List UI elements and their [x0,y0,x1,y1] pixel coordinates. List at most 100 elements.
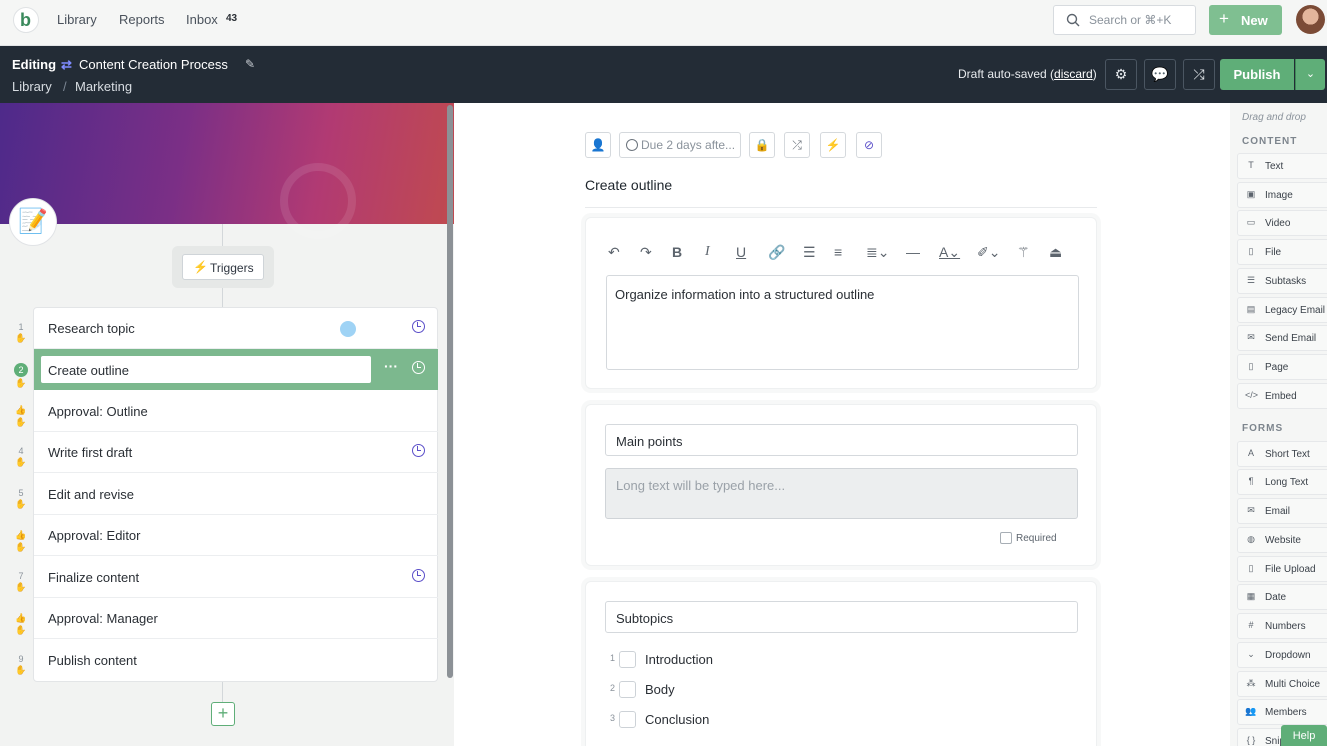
task-name: Write first draft [48,445,133,460]
widget-multi-choice[interactable]: ⁂ Multi Choice [1237,671,1327,697]
rich-text-editor[interactable]: Organize information into a structured o… [606,275,1079,370]
cover-banner[interactable] [0,103,454,239]
step-gutter[interactable]: 2 ✋ [14,363,28,389]
subtask-number: 1 [609,653,615,663]
breadcrumb-library[interactable]: Library [12,79,52,94]
subtasks-label-input[interactable]: Subtopics [605,601,1078,633]
nav-library-link[interactable]: Library [57,12,97,27]
horizontal-rule-icon[interactable]: — [906,244,920,260]
step-gutter[interactable]: 4 ✋ [14,446,28,468]
widget-label: Date [1265,592,1287,603]
subtask-checkbox[interactable] [619,681,636,698]
automation-button[interactable]: ⚡ [820,132,846,158]
top-nav: b Library Reports Inbox 43 Search or ⌘+K… [0,0,1327,46]
step-gutter[interactable]: 👍 ✋ [14,613,28,636]
step-gutter[interactable]: 9 ✋ [14,654,28,676]
step-gutter[interactable]: 👍 ✋ [14,530,28,553]
widget-label: Numbers [1265,621,1306,632]
widget-embed[interactable]: </> Embed [1237,383,1327,409]
assign-button[interactable]: 👤 [585,132,611,158]
publish-menu-button[interactable]: ⌄ [1295,59,1325,90]
triggers-button[interactable]: ⚡ Triggers [182,254,264,280]
required-checkbox[interactable] [1000,532,1012,544]
app-logo[interactable]: b [13,7,39,33]
task-list: Research topic Create outline ··· Approv… [33,307,438,682]
settings-button[interactable]: ⚙ [1105,59,1137,90]
discard-link[interactable]: discard [1054,67,1093,81]
widget-page[interactable]: ▯ Page [1237,354,1327,380]
shuffle-button[interactable]: ⤮ [1183,59,1215,90]
link-icon[interactable]: 🔗 [768,244,785,261]
widget-date[interactable]: ▦ Date [1237,584,1327,610]
edit-title-icon[interactable]: ✎ [245,57,255,71]
numbered-list-icon[interactable]: ≡ [834,244,842,260]
step-gutter[interactable]: 1 ✋ [14,322,28,344]
align-icon[interactable]: ≣⌄ [866,244,889,261]
task-row[interactable]: Publish content [34,640,438,681]
field-label-text: Main points [616,434,683,449]
variables-icon[interactable]: ⏏ [1049,244,1062,261]
task-row-active[interactable]: Create outline ··· [34,349,438,390]
bold-icon[interactable]: B [672,244,682,260]
conditional-logic-button[interactable]: ⤮ [784,132,810,158]
bullet-list-icon[interactable]: ☰ [803,244,816,261]
widget-video[interactable]: ▭ Video [1237,210,1327,236]
task-row[interactable]: Edit and revise [34,474,438,515]
widget-file-upload[interactable]: ▯ File Upload [1237,556,1327,582]
new-button[interactable]: + New [1209,5,1282,35]
visibility-button[interactable]: ⊘ [856,132,882,158]
add-step-button[interactable]: + [211,702,235,726]
step-gutter[interactable]: 7 ✋ [14,571,28,593]
underline-icon[interactable]: U [736,244,746,260]
user-avatar[interactable] [1296,5,1325,34]
magic-wand-icon[interactable]: ⚚ [1017,244,1030,261]
workflow-emoji[interactable]: 📝 [9,198,57,246]
text-color-icon[interactable]: A⌄ [939,244,960,261]
required-toggle[interactable]: Required [1000,532,1057,544]
widget-text[interactable]: T Text [1237,153,1327,179]
task-row[interactable]: Finalize content [34,557,438,598]
widget-label: Short Text [1265,449,1310,460]
subtask-checkbox[interactable] [619,711,636,728]
task-row[interactable]: Approval: Outline [34,391,438,432]
widget-website[interactable]: ◍ Website [1237,527,1327,553]
step-title[interactable]: Create outline [585,177,672,193]
widget-image[interactable]: ▣ Image [1237,182,1327,208]
widget-short-text[interactable]: A Short Text [1237,441,1327,467]
task-row[interactable]: Approval: Editor [34,515,438,556]
more-options-icon[interactable]: ··· [384,358,398,374]
widget-email[interactable]: ✉ Email [1237,498,1327,524]
step-gutter[interactable]: 👍 ✋ [14,405,28,428]
highlight-icon[interactable]: ✐⌄ [977,244,1000,261]
field-label-input[interactable]: Main points [605,424,1078,456]
nav-reports-link[interactable]: Reports [119,12,165,27]
widget-numbers[interactable]: # Numbers [1237,613,1327,639]
comments-button[interactable]: 💬 [1144,59,1176,90]
left-scrollbar[interactable] [447,105,453,678]
search-input[interactable]: Search or ⌘+K [1053,5,1196,35]
task-row[interactable]: Research topic [34,308,438,349]
widget-legacy-email[interactable]: ▤ Legacy Email [1237,297,1327,323]
italic-icon[interactable]: I [705,244,710,260]
workflow-title[interactable]: Content Creation Process [79,57,228,72]
widget-dropdown[interactable]: ⌄ Dropdown [1237,642,1327,668]
publish-button[interactable]: Publish [1220,59,1294,90]
task-row[interactable]: Write first draft [34,432,438,473]
breadcrumb-marketing[interactable]: Marketing [75,79,132,94]
help-button[interactable]: Help [1281,725,1327,746]
due-date-button[interactable]: Due 2 days afte... [619,132,741,158]
permissions-button[interactable]: 🔒 [749,132,775,158]
widget-long-text[interactable]: ¶ Long Text [1237,469,1327,495]
step-gutter[interactable]: 5 ✋ [14,488,28,510]
widget-members[interactable]: 👥 Members [1237,699,1327,725]
task-row[interactable]: Approval: Manager [34,598,438,639]
subtask-checkbox[interactable] [619,651,636,668]
widget-subtasks[interactable]: ☰ Subtasks [1237,268,1327,294]
widget-label: Page [1265,362,1289,373]
long-text-preview[interactable]: Long text will be typed here... [605,468,1078,519]
widget-file[interactable]: ▯ File [1237,239,1327,265]
nav-inbox-link[interactable]: Inbox [186,12,218,27]
redo-icon[interactable]: ↷ [640,244,652,261]
undo-icon[interactable]: ↶ [608,244,620,261]
widget-send-email[interactable]: ✉ Send Email [1237,325,1327,351]
